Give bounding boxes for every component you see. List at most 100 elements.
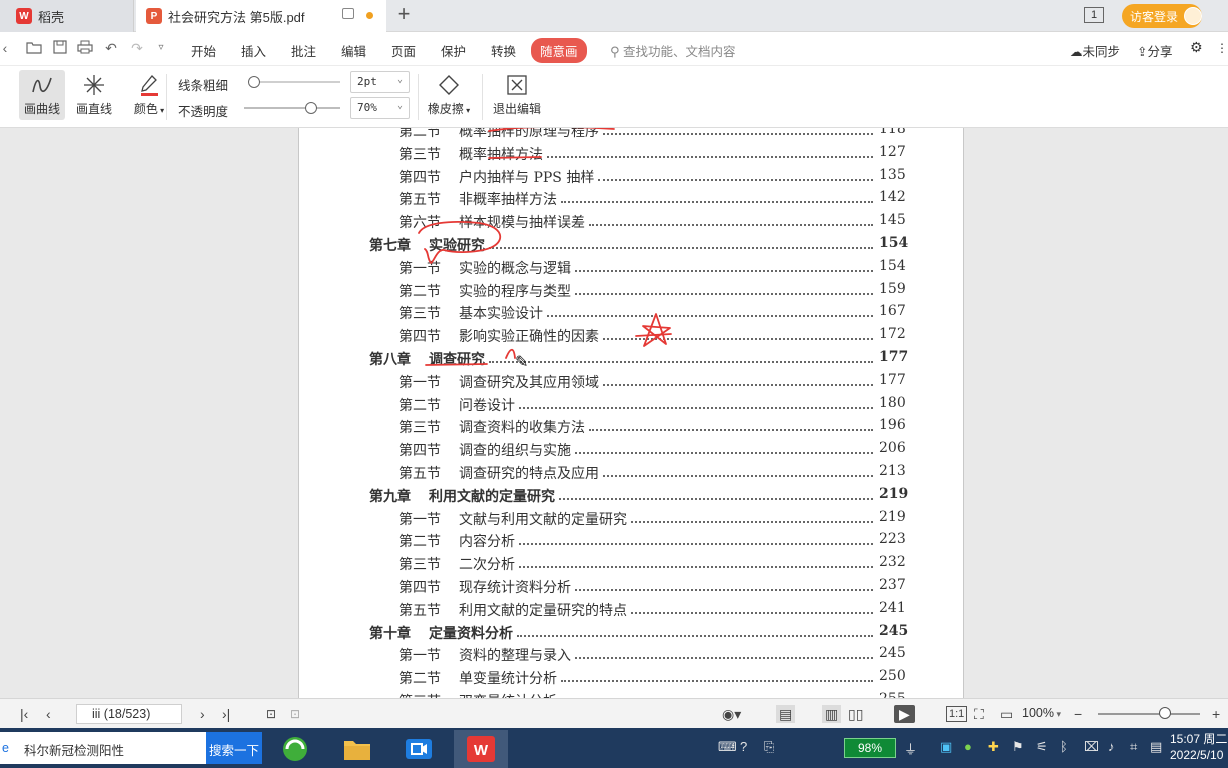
next-page-icon[interactable]: ›	[200, 705, 205, 723]
taskbar-search-button[interactable]: 搜索一下	[206, 732, 262, 764]
zoom-in-icon[interactable]: +	[1212, 705, 1220, 723]
redo-icon[interactable]: ↷	[129, 40, 145, 56]
toc-section-row[interactable]: 第四节 调查的组织与实施 206	[299, 438, 965, 460]
toc-section-row[interactable]: 第三节 概率抽样方法 127	[299, 142, 965, 164]
video-app-icon[interactable]	[392, 730, 446, 768]
forward-view-icon[interactable]: ⊡	[290, 705, 300, 723]
save-icon[interactable]	[52, 40, 68, 56]
zoom-slider[interactable]	[1098, 713, 1200, 715]
page-number-input[interactable]: iii (18/523)	[76, 704, 182, 724]
toc-section-row[interactable]: 第三节 二次分析 232	[299, 552, 965, 574]
toc-section-row[interactable]: 第六节 样本规模与抽样误差 145	[299, 210, 965, 232]
more-options-icon[interactable]: ⋮	[1216, 41, 1228, 55]
visitor-login-button[interactable]: 访客登录	[1122, 4, 1202, 28]
keyboard-icon[interactable]: ⌨	[718, 739, 737, 755]
zoom-slider-knob[interactable]	[1159, 707, 1171, 719]
toc-section-row[interactable]: 第二节 实验的程序与类型 159	[299, 279, 965, 301]
toc-section-row[interactable]: 第一节 实验的概念与逻辑 154	[299, 256, 965, 278]
continuous-view-icon[interactable]: ▥	[822, 705, 842, 723]
wps-app-icon[interactable]: W	[454, 730, 508, 768]
print-icon[interactable]	[77, 40, 93, 56]
toc-section-row[interactable]: 第一节 文献与利用文献的定量研究 219	[299, 507, 965, 529]
toc-chapter-row[interactable]: 第九章 利用文献的定量研究 219	[299, 484, 965, 506]
search-input[interactable]: ⚲ 查找功能、文档内容	[610, 41, 736, 60]
battery-indicator[interactable]: 98%	[844, 738, 896, 758]
toc-chapter-row[interactable]: 第七章 实验研究 154	[299, 233, 965, 255]
toc-section-row[interactable]: 第四节 影响实验正确性的因素 172	[299, 324, 965, 346]
share-button[interactable]: ⇪分享	[1137, 41, 1173, 60]
toc-section-row[interactable]: 第一节 资料的整理与录入 245	[299, 643, 965, 665]
toc-section-row[interactable]: 第三节 调查资料的收集方法 196	[299, 415, 965, 437]
chevron-left-icon[interactable]: ‹	[0, 40, 10, 56]
menu-insert[interactable]: 插入	[241, 41, 266, 60]
single-page-view-icon[interactable]: ▤	[776, 705, 796, 723]
toc-section-row[interactable]: 第五节 调查研究的特点及应用 213	[299, 461, 965, 483]
flag-icon[interactable]: ⚑	[1012, 739, 1024, 755]
new-tab-button[interactable]: +	[392, 3, 416, 27]
toc-chapter-row[interactable]: 第八章 调查研究 177	[299, 347, 965, 369]
eraser-button[interactable]: 橡皮擦 ▾	[424, 70, 474, 120]
toc-section-row[interactable]: 第三节 双变量统计分析 255	[299, 689, 965, 698]
tab-home[interactable]: W 稻壳	[0, 0, 134, 32]
network-icon[interactable]: ⚟	[1036, 739, 1048, 755]
draw-curve-button[interactable]: 画曲线	[19, 70, 65, 120]
menu-edit[interactable]: 编辑	[341, 41, 366, 60]
open-folder-icon[interactable]	[26, 40, 42, 56]
settings-gear-icon[interactable]: ⚙	[1190, 39, 1203, 56]
taskbar-search-input[interactable]: e 科尔新冠检测阳性	[0, 732, 206, 764]
toc-section-row[interactable]: 第五节 利用文献的定量研究的特点 241	[299, 598, 965, 620]
menu-page[interactable]: 页面	[391, 41, 416, 60]
menu-protect[interactable]: 保护	[441, 41, 466, 60]
toc-section-row[interactable]: 第二节 单变量统计分析 250	[299, 666, 965, 688]
security-icon[interactable]: ●	[964, 739, 972, 754]
zoom-out-icon[interactable]: −	[1074, 705, 1082, 723]
browser-app-icon[interactable]	[268, 730, 322, 768]
toc-chapter-row[interactable]: 第十章 定量资料分析 245	[299, 621, 965, 643]
menu-convert[interactable]: 转换	[491, 41, 516, 60]
toc-section-row[interactable]: 第五节 非概率抽样方法 142	[299, 187, 965, 209]
toc-section-row[interactable]: 第四节 户内抽样与 PPS 抽样 135	[299, 165, 965, 187]
clipboard-icon[interactable]: ⎘	[764, 739, 774, 755]
back-view-icon[interactable]: ⊡	[266, 705, 276, 723]
document-viewport[interactable]: 第二节 概率抽样的原理与程序 118 第三节 概率抽样方法 127 第四节 户内抽样与 PPS…	[0, 128, 1228, 698]
thickness-slider[interactable]	[252, 81, 340, 83]
tab-document[interactable]: P 社会研究方法 第5版.pdf	[136, 0, 386, 32]
undo-icon[interactable]: ↶	[103, 40, 119, 56]
opacity-slider-knob[interactable]	[305, 102, 318, 114]
pdf-page[interactable]: 第二节 概率抽样的原理与程序 118 第三节 概率抽样方法 127 第四节 户内抽样与 PPS…	[298, 128, 964, 698]
thickness-select[interactable]: 2pt ⌄	[350, 71, 410, 93]
fit-width-icon[interactable]: ▭	[1000, 705, 1013, 723]
fit-page-icon[interactable]: ⛶	[974, 705, 984, 723]
menu-comment[interactable]: 批注	[291, 41, 316, 60]
opacity-select[interactable]: 70% ⌄	[350, 97, 410, 119]
last-page-icon[interactable]: ›|	[222, 705, 230, 723]
toc-section-row[interactable]: 第一节 调查研究及其应用领域 177	[299, 370, 965, 392]
toc-section-row[interactable]: 第二节 概率抽样的原理与程序 118	[299, 128, 965, 141]
eye-protect-icon[interactable]: ◉▾	[722, 705, 741, 723]
system-clock[interactable]: 15:07 周二 2022/5/10	[1170, 731, 1227, 763]
toc-section-row[interactable]: 第二节 问卷设计 180	[299, 393, 965, 415]
first-page-icon[interactable]: |‹	[20, 705, 28, 723]
menu-freehand-draw[interactable]: 随意画	[531, 38, 587, 63]
camera-icon[interactable]: ▣	[940, 739, 952, 755]
notification-icon[interactable]: ▤	[1150, 739, 1162, 755]
prev-page-icon[interactable]: ‹	[46, 705, 51, 723]
draw-line-button[interactable]: 画直线	[71, 70, 117, 120]
exit-edit-button[interactable]: 退出编辑	[490, 70, 544, 120]
opacity-slider[interactable]	[244, 107, 340, 109]
toc-section-row[interactable]: 第四节 现存统计资料分析 237	[299, 575, 965, 597]
power-plug-icon[interactable]: ⏚	[904, 739, 917, 758]
file-explorer-icon[interactable]	[330, 730, 384, 768]
play-slideshow-icon[interactable]: ▶	[894, 705, 915, 723]
window-count-badge[interactable]: 1	[1084, 7, 1104, 23]
zoom-level[interactable]: 100% ▾	[1022, 706, 1061, 720]
help-icon[interactable]: ?	[740, 739, 747, 754]
screen-icon[interactable]	[342, 8, 354, 19]
usb-icon[interactable]: ⌧	[1084, 739, 1099, 755]
plus-service-icon[interactable]: ✚	[988, 739, 999, 755]
sync-button[interactable]: ☁未同步	[1070, 41, 1120, 60]
volume-icon[interactable]: ♪	[1108, 739, 1115, 754]
toc-section-row[interactable]: 第三节 基本实验设计 167	[299, 301, 965, 323]
bluetooth-icon[interactable]: ᛒ	[1060, 739, 1068, 754]
double-page-view-icon[interactable]: ▯▯	[848, 705, 863, 723]
